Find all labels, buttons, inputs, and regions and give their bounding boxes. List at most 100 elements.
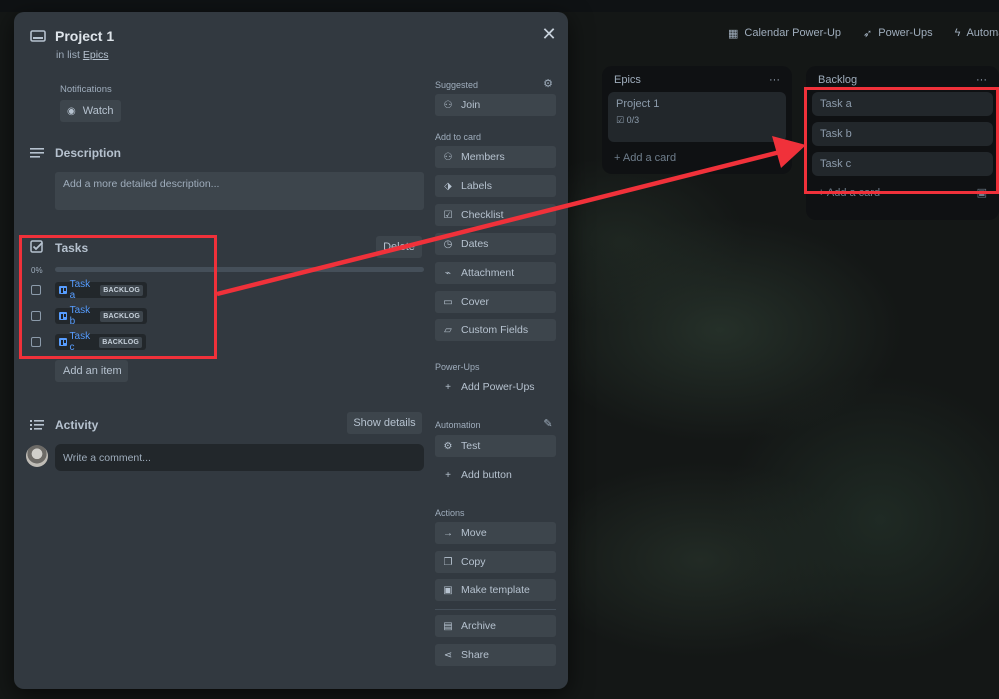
list-epics: Epics ··· Project 1 ☑ 0/3 + Add a card [602,66,792,174]
card-project-1[interactable]: Project 1 ☑ 0/3 [608,92,786,142]
calendar-powerup-button[interactable]: ▦ Calendar Power-Up [728,27,841,40]
automation-button[interactable]: ϟ Automati [955,27,999,39]
checklist-badge: ☑ 0/3 [616,115,640,125]
list-backlog: Backlog ··· Task a Task b Task c + Add a… [806,66,999,220]
suggested-label: Suggested [435,80,479,90]
card-task-b[interactable]: Task b [812,122,993,146]
comment-input[interactable]: Write a comment... [55,444,424,471]
cover-button[interactable]: ▭ Cover [435,291,556,313]
members-button[interactable]: ⚇ Members [435,146,556,168]
template-icon: ▣ [443,584,453,596]
custom-fields-button[interactable]: ▱ Custom Fields [435,319,556,341]
clock-icon: ◷ [443,238,453,250]
add-card-button[interactable]: + Add a card [608,148,786,168]
avatar[interactable] [26,445,48,467]
move-button[interactable]: → Move [435,522,556,544]
activity-icon [30,420,44,430]
checklist-item-checkbox[interactable] [31,337,41,347]
archive-icon: ▤ [443,620,453,632]
labels-button[interactable]: ⬗ Labels [435,175,556,197]
show-details-button[interactable]: Show details [347,412,422,434]
list-tag: BACKLOG [100,310,143,322]
checklist-item-checkbox[interactable] [31,285,41,295]
list-title[interactable]: Epics [614,74,641,86]
add-powerups-button[interactable]: + Add Power-Ups [435,376,556,398]
list-tag: BACKLOG [99,336,142,348]
gears-icon: ⚙ [443,440,453,452]
list-header: Backlog ··· [812,72,993,92]
card-task-c[interactable]: Task c [812,152,993,176]
trello-icon [59,312,67,320]
join-button[interactable]: ⚇ Join [435,94,556,116]
powerups-label: Power-Ups [435,362,480,372]
checklist-icon [30,240,44,253]
lightning-icon: ϟ [954,27,961,39]
list-menu-icon[interactable]: ··· [769,74,780,86]
add-card-button[interactable]: + Add a card ▣ [812,182,993,203]
plus-icon: + [445,469,451,481]
list-menu-icon[interactable]: ··· [976,74,987,86]
checklist-item [31,281,41,299]
description-icon [30,148,44,158]
checklist-item [31,307,41,325]
list-header: Epics ··· [608,72,786,92]
add-item-button[interactable]: Add an item [55,360,128,382]
add-button-button[interactable]: + Add button [435,464,556,486]
checklist-item-checkbox[interactable] [31,311,41,321]
cover-icon: ▭ [443,296,453,308]
checklist-title[interactable]: Tasks [55,241,88,255]
rocket-icon: ➶ [863,27,873,40]
checklist-progress-percent: 0% [31,266,43,275]
copy-icon: ❐ [443,556,453,568]
checklist-progress-bar [55,267,424,272]
divider [435,609,556,610]
checkbox-icon: ☑ [443,209,453,221]
task-a-link-chip[interactable]: Task a BACKLOG [55,279,147,301]
card-task-a[interactable]: Task a [812,92,993,116]
list-link[interactable]: Epics [83,49,109,61]
description-title: Description [55,146,122,160]
watch-button[interactable]: ◉ Watch [60,100,121,122]
checklist-button[interactable]: ☑ Checklist [435,204,556,226]
card-title[interactable]: Project 1 [55,28,114,44]
template-icon[interactable]: ▣ [977,186,987,199]
dates-button[interactable]: ◷ Dates [435,233,556,255]
share-button[interactable]: ⋖ Share [435,644,556,666]
close-icon[interactable]: ✕ [539,24,559,44]
attachment-button[interactable]: ⌁ Attachment [435,262,556,284]
copy-button[interactable]: ❐ Copy [435,551,556,573]
custom-fields-icon: ▱ [444,324,452,336]
trello-icon [59,286,67,294]
tag-icon: ⬗ [444,180,452,192]
add-to-card-label: Add to card [435,132,482,142]
task-b-link-chip[interactable]: Task b BACKLOG [55,305,147,327]
test-button[interactable]: ⚙ Test [435,435,556,457]
delete-checklist-button[interactable]: Delete [376,236,422,258]
plus-icon: + [445,381,451,393]
list-tag: BACKLOG [100,284,143,296]
person-icon: ⚇ [443,151,453,163]
gear-icon[interactable]: ⚙ [542,77,554,90]
paperclip-icon: ⌁ [444,267,452,279]
description-input[interactable]: Add a more detailed description... [55,172,424,210]
activity-title: Activity [55,418,99,432]
archive-button[interactable]: ▤ Archive [435,615,556,637]
card-title: Project 1 [616,98,660,110]
card-list-info: in list Epics [56,49,109,61]
eye-icon: ◉ [67,105,76,117]
automation-label: Automation [435,420,481,430]
powerups-button[interactable]: ➶ Power-Ups [863,27,933,40]
trello-icon [59,338,67,346]
list-title[interactable]: Backlog [818,74,857,86]
task-c-link-chip[interactable]: Task c BACKLOG [55,331,146,353]
board-header: ▦ Calendar Power-Up ➶ Power-Ups ϟ Automa… [560,20,999,46]
make-template-button[interactable]: ▣ Make template [435,579,556,601]
pencil-icon[interactable]: ✎ [542,417,554,430]
person-icon: ⚇ [443,99,453,111]
card-icon [30,30,46,42]
notifications-label: Notifications [60,84,112,95]
arrow-right-icon: → [443,527,453,539]
top-bar [0,0,999,12]
checklist-item [31,333,41,351]
share-icon: ⋖ [443,649,453,661]
